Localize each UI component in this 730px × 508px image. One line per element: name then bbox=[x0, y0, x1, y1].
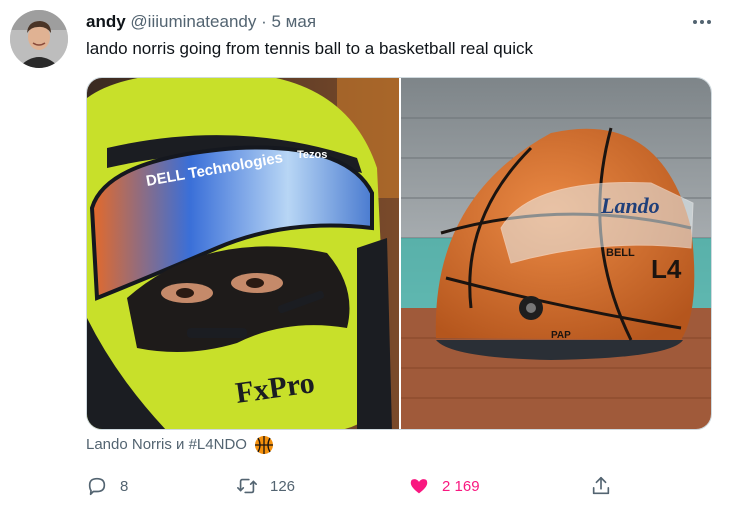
basketball-helmet-photo[interactable]: Lando BELL L4 PAP bbox=[401, 78, 711, 429]
tweet-header: andy @iiiuminateandy · 5 мая bbox=[86, 12, 316, 32]
avatar-image bbox=[10, 10, 68, 68]
helmet-photo[interactable]: DELL Technologies Tezos FxPro bbox=[87, 78, 399, 429]
reply-count: 8 bbox=[120, 477, 129, 495]
tweet-date[interactable]: 5 мая bbox=[272, 12, 317, 31]
retweet-button[interactable]: 126 bbox=[236, 474, 295, 498]
retweet-count: 126 bbox=[270, 477, 296, 495]
tezos-logo-text: Tezos bbox=[297, 149, 327, 161]
more-icon[interactable] bbox=[690, 12, 714, 32]
l4-logo-text: L4 bbox=[651, 254, 682, 284]
tweet-text: lando norris going from tennis ball to a… bbox=[86, 39, 533, 58]
pap-logo-text: PAP bbox=[551, 330, 571, 341]
tags-text: Lando Norris и #L4NDO bbox=[86, 436, 247, 454]
like-button[interactable]: 2 169 bbox=[408, 474, 480, 498]
separator-dot: · bbox=[261, 12, 267, 31]
comment-icon bbox=[88, 477, 106, 496]
avatar[interactable] bbox=[10, 10, 68, 68]
media-grid: DELL Technologies Tezos FxPro Lando BELL… bbox=[86, 77, 712, 430]
share-button[interactable] bbox=[590, 474, 612, 498]
like-count: 2 169 bbox=[442, 477, 480, 495]
reply-button[interactable]: 8 bbox=[86, 474, 128, 498]
retweet-icon bbox=[237, 478, 257, 494]
basketball-emoji-icon bbox=[255, 436, 274, 455]
heart-icon bbox=[410, 479, 428, 494]
author-name[interactable]: andy bbox=[86, 12, 126, 31]
author-handle[interactable]: @iiiuminateandy bbox=[130, 12, 256, 31]
share-icon bbox=[592, 476, 610, 495]
bell-logo-text: BELL bbox=[606, 247, 635, 259]
lando-signature-text: Lando bbox=[600, 193, 660, 218]
media-tags[interactable]: Lando Norris и #L4NDO bbox=[86, 434, 274, 456]
